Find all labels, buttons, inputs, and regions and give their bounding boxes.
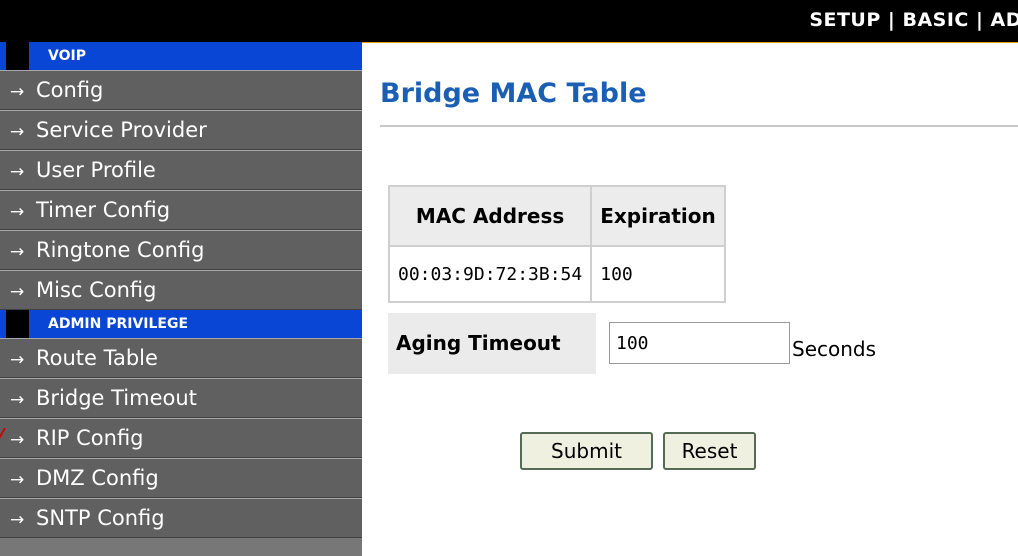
page-title: Bridge MAC Table — [380, 78, 647, 109]
arrow-icon: → — [10, 510, 25, 530]
section-marker — [6, 42, 29, 70]
sidebar-item-ringtone-config[interactable]: → Ringtone Config — [0, 230, 362, 270]
section-marker — [6, 310, 29, 338]
sidebar-item-bridge-timeout[interactable]: → Bridge Timeout — [0, 378, 362, 418]
sidebar-item-sntp-config[interactable]: → SNTP Config — [0, 498, 362, 538]
sidebar-item-timer-config[interactable]: → Timer Config — [0, 190, 362, 230]
sidebar-item-config[interactable]: → Config — [0, 70, 362, 110]
mac-table: MAC Address Expiration 00:03:9D:72:3B:54… — [387, 185, 726, 303]
sidebar-item-misc-config[interactable]: → Misc Config — [0, 270, 362, 310]
aging-timeout-unit: Seconds — [792, 337, 877, 361]
sidebar-item-label: Route Table — [36, 346, 158, 370]
arrow-icon: → — [10, 242, 25, 262]
mac-address-cell: 00:03:9D:72:3B:54 — [387, 245, 593, 303]
section-title: VOIP — [48, 48, 86, 64]
top-nav[interactable]: SETUP | BASIC | AD — [809, 9, 1018, 31]
top-bar: SETUP | BASIC | AD — [0, 0, 1018, 43]
sidebar-item-label: Config — [36, 78, 104, 102]
aging-timeout-input[interactable] — [609, 322, 790, 364]
column-header-mac: MAC Address — [387, 185, 593, 247]
arrow-icon: → — [10, 122, 25, 142]
section-voip: VOIP — [0, 42, 362, 70]
arrow-icon: → — [10, 282, 25, 302]
sidebar-item-label: DMZ Config — [36, 466, 159, 490]
section-title: ADMIN PRIVILEGE — [48, 316, 189, 332]
sidebar-item-label: Misc Config — [36, 278, 157, 302]
title-divider — [380, 125, 1018, 127]
section-admin-privilege: ADMIN PRIVILEGE — [0, 310, 362, 338]
sidebar-item-rip-config[interactable]: → RIP Config — [0, 418, 362, 458]
arrow-icon: → — [10, 82, 25, 102]
arrow-icon: → — [10, 390, 25, 410]
main-content: Bridge MAC Table MAC Address Expiration … — [380, 42, 1018, 556]
sidebar-item-label: SNTP Config — [36, 506, 165, 530]
sidebar-item-dmz-config[interactable]: → DMZ Config — [0, 458, 362, 498]
expiration-cell: 100 — [590, 245, 726, 303]
arrow-icon: → — [10, 350, 25, 370]
sidebar: VOIP → Config → Service Provider → User Pro… — [0, 42, 362, 556]
arrow-icon: → — [10, 162, 25, 182]
sidebar-item-service-provider[interactable]: → Service Provider — [0, 110, 362, 150]
column-header-expiration: Expiration — [590, 185, 726, 247]
sidebar-item-label: Timer Config — [36, 198, 171, 222]
sidebar-item-label: Bridge Timeout — [36, 386, 197, 410]
arrow-icon: → — [10, 202, 25, 222]
arrow-icon: → — [10, 430, 25, 450]
sidebar-item-user-profile[interactable]: → User Profile — [0, 150, 362, 190]
arrow-icon: → — [10, 470, 25, 490]
sidebar-item-route-table[interactable]: → Route Table — [0, 338, 362, 378]
sidebar-item-label: User Profile — [36, 158, 156, 182]
sidebar-item-label: Service Provider — [36, 118, 207, 142]
sidebar-item-label: Ringtone Config — [36, 238, 205, 262]
sidebar-item-label: RIP Config — [36, 426, 144, 450]
table-header-row: MAC Address Expiration — [387, 185, 726, 247]
table-row: 00:03:9D:72:3B:54 100 — [387, 245, 726, 303]
reset-button[interactable]: Reset — [663, 432, 756, 470]
aging-timeout-label: Aging Timeout — [388, 313, 596, 374]
submit-button[interactable]: Submit — [520, 432, 653, 470]
